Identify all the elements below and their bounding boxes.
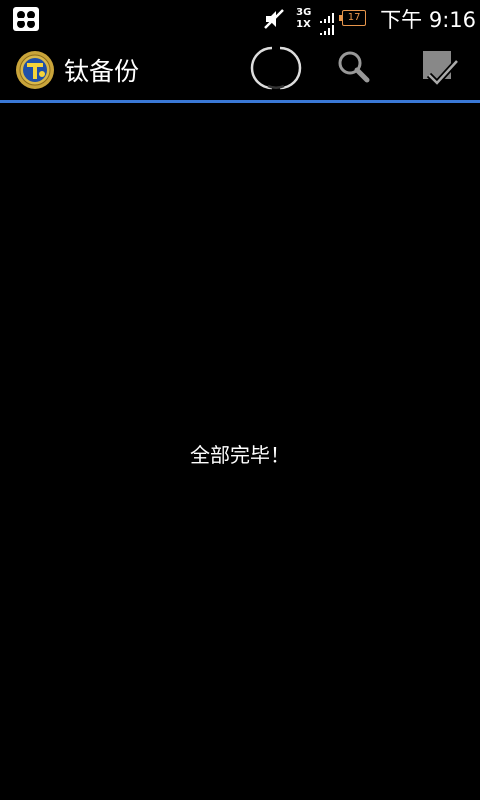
network-type-top: 3G (296, 7, 312, 18)
signal-bars-icon (320, 20, 335, 35)
signal-bars-icon (320, 8, 335, 23)
status-bar: 3G 1X 17 下午 9:16 (0, 0, 480, 38)
batch-select-button[interactable] (412, 44, 468, 96)
progress-spinner-icon (250, 42, 302, 98)
mute-icon (262, 7, 286, 31)
select-checkbox-icon (419, 47, 461, 93)
battery-icon: 17 (339, 10, 370, 28)
search-button[interactable] (326, 44, 382, 96)
completion-message: 全部完毕！ (190, 443, 290, 467)
action-bar: 钛备份 (0, 38, 480, 100)
battery-level: 17 (342, 10, 367, 26)
titanium-backup-logo-icon[interactable] (15, 50, 55, 90)
notification-app-icon (12, 6, 40, 32)
search-icon (334, 48, 374, 92)
network-signal: 3G 1X (296, 5, 335, 35)
refresh-progress-button[interactable] (248, 44, 304, 96)
app-title: 钛备份 (64, 57, 140, 86)
main-content: 全部完毕！ (0, 103, 480, 800)
status-indicators: 3G 1X 17 下午 9:16 (262, 0, 476, 38)
network-type-bottom: 1X (296, 19, 311, 30)
status-time: 下午 9:16 (380, 8, 476, 32)
